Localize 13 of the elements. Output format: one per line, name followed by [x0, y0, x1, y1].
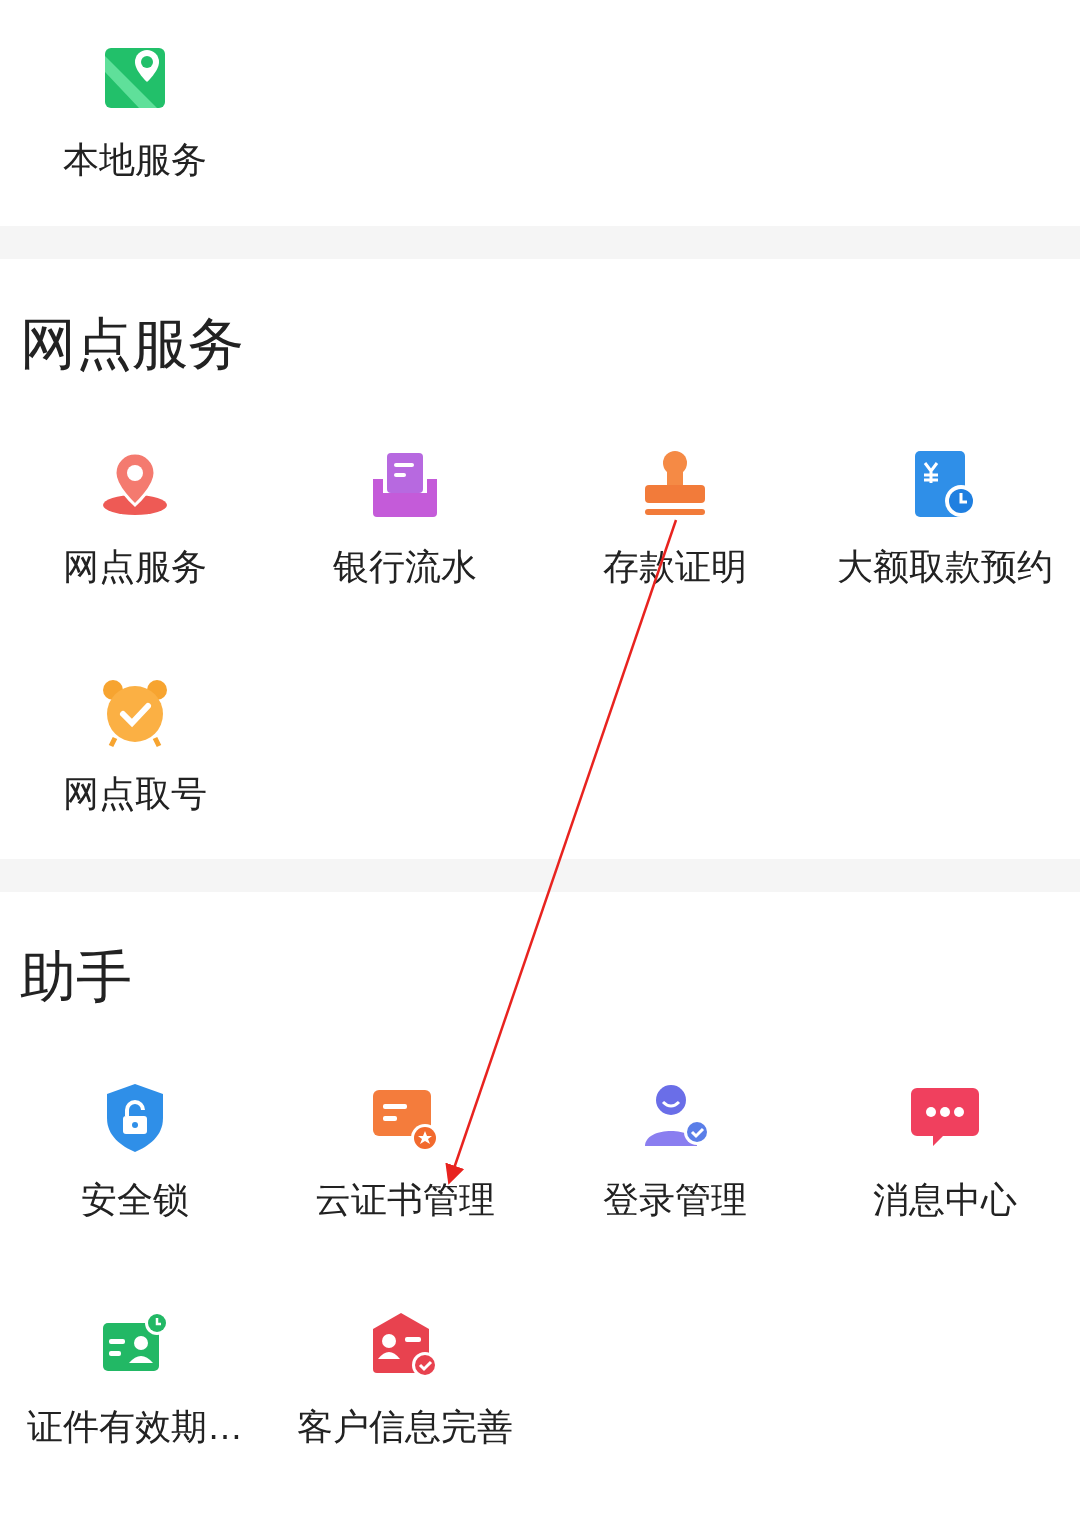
service-item[interactable]: 本地服务 — [0, 42, 270, 181]
service-item[interactable]: 云证书管理 — [270, 1082, 540, 1221]
service-item[interactable]: 证件有效期… — [0, 1309, 270, 1448]
service-item[interactable]: 客户信息完善 — [270, 1309, 540, 1448]
section-title: 助手 — [19, 947, 133, 1007]
service-item[interactable]: 网点取号 — [0, 676, 270, 815]
service-item[interactable]: 大额取款预约 — [810, 449, 1080, 588]
service-item[interactable]: 消息中心 — [810, 1082, 1080, 1221]
service-item[interactable]: 网点服务 — [0, 449, 270, 588]
service-item[interactable]: 登录管理 — [540, 1082, 810, 1221]
service-item[interactable]: 银行流水 — [270, 449, 540, 588]
service-item[interactable]: 安全锁 — [0, 1082, 270, 1221]
section-title: 网点服务 — [19, 314, 245, 374]
